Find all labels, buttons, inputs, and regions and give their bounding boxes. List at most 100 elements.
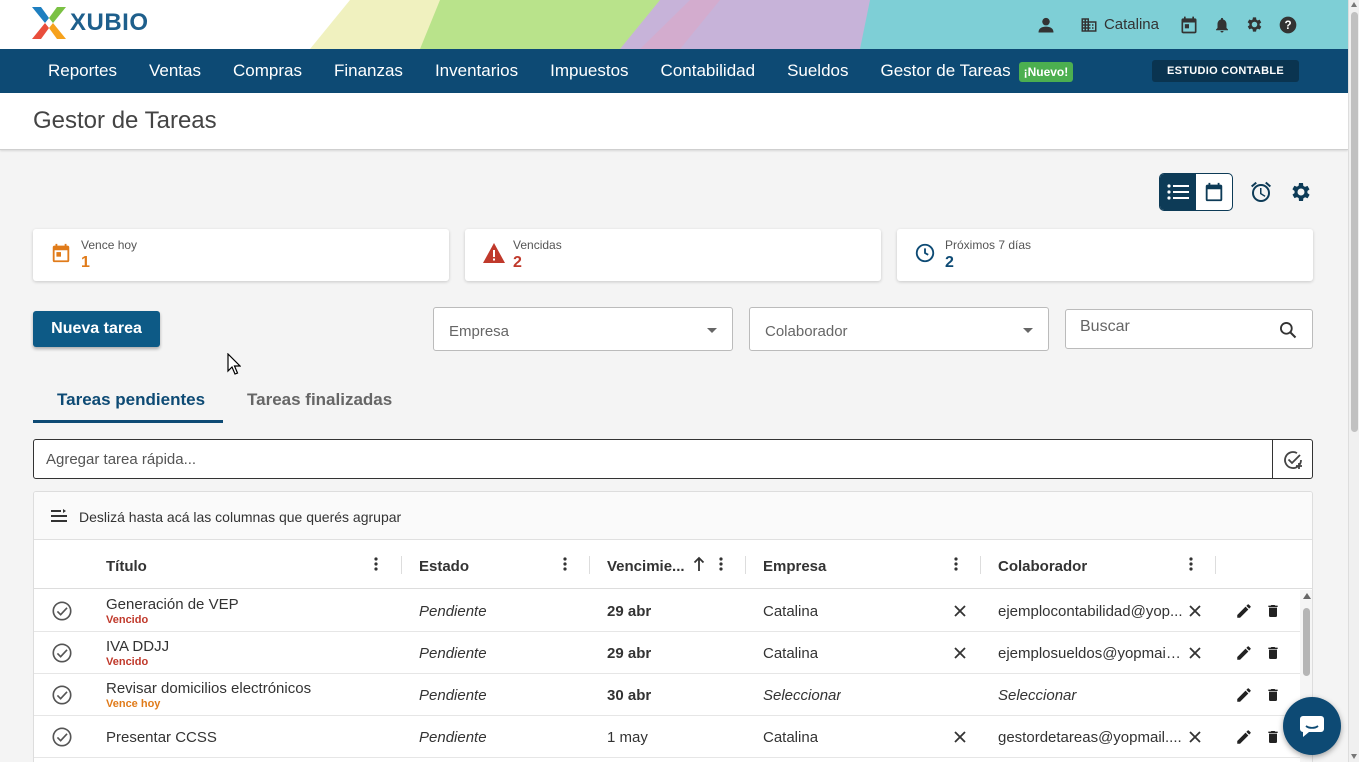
xubio-logo[interactable]: XUBIO [32, 7, 149, 39]
quick-add-input[interactable] [46, 451, 1246, 468]
column-due[interactable]: Vencimie... [607, 558, 685, 575]
column-separator[interactable] [1215, 556, 1216, 574]
mouse-cursor-icon [227, 352, 242, 380]
page-scrollbar[interactable] [1348, 0, 1359, 762]
nav-contabilidad[interactable]: Contabilidad [661, 61, 756, 81]
company-selector[interactable]: Catalina [1080, 16, 1159, 34]
nav-sueldos[interactable]: Sueldos [787, 61, 848, 81]
nav-impuestos[interactable]: Impuestos [550, 61, 628, 81]
task-status: Pendiente [419, 687, 487, 704]
nav-inventarios[interactable]: Inventarios [435, 61, 518, 81]
nav-ventas[interactable]: Ventas [149, 61, 201, 81]
task-company-select[interactable]: Seleccionar [763, 687, 841, 704]
table-row[interactable]: IVA DDJJ Vencido Pendiente 29 abr Catali… [34, 632, 1300, 674]
table-row[interactable]: Generación de VEP Vencido Pendiente 29 a… [34, 590, 1300, 632]
grid-scrollbar-thumb[interactable] [1303, 608, 1310, 676]
clear-collaborator-icon[interactable] [1189, 646, 1201, 664]
column-menu-icon[interactable] [1189, 556, 1193, 577]
new-task-button[interactable]: Nueva tarea [33, 311, 160, 347]
column-menu-icon[interactable] [719, 556, 723, 577]
building-icon [1081, 17, 1097, 32]
clear-company-icon[interactable] [954, 604, 966, 622]
alarm-icon[interactable] [1249, 180, 1273, 209]
nav-gestor-de-tareas[interactable]: Gestor de Tareas ¡Nuevo! [880, 61, 1074, 82]
complete-task-icon[interactable] [51, 684, 73, 711]
card-next-7-days[interactable]: Próximos 7 días 2 [897, 229, 1313, 281]
complete-task-icon[interactable] [51, 600, 73, 627]
settings-gear-icon[interactable] [1289, 180, 1313, 209]
task-due-date: 29 abr [607, 603, 652, 620]
page-scrollbar-thumb[interactable] [1351, 12, 1358, 432]
delete-icon[interactable] [1265, 728, 1281, 751]
task-company[interactable]: Catalina [763, 729, 818, 746]
company-name: Catalina [1103, 16, 1159, 33]
nav-gestor-label: Gestor de Tareas [880, 61, 1011, 80]
nav-compras[interactable]: Compras [233, 61, 302, 81]
user-icon[interactable] [1036, 15, 1056, 35]
gear-icon[interactable] [1245, 15, 1264, 34]
column-separator[interactable] [401, 556, 402, 574]
column-company[interactable]: Empresa [763, 558, 826, 575]
task-collaborator[interactable]: gestordetareas@yopmail.... [998, 729, 1183, 746]
clear-collaborator-icon[interactable] [1189, 604, 1201, 622]
column-separator[interactable] [980, 556, 981, 574]
clear-company-icon[interactable] [954, 646, 966, 664]
edit-icon[interactable] [1235, 644, 1253, 667]
clear-collaborator-icon[interactable] [1189, 730, 1201, 748]
tab-pending[interactable]: Tareas pendientes [57, 390, 205, 410]
sort-ascending-icon[interactable] [693, 556, 705, 577]
task-collaborator-select[interactable]: Seleccionar [998, 687, 1183, 704]
column-separator[interactable] [745, 556, 746, 574]
bell-icon[interactable] [1213, 15, 1231, 35]
edit-icon[interactable] [1235, 728, 1253, 751]
column-status[interactable]: Estado [419, 558, 469, 575]
column-separator[interactable] [589, 556, 590, 574]
collaborator-filter-select[interactable]: Colaborador [749, 307, 1049, 351]
company-filter-placeholder: Empresa [449, 323, 510, 340]
column-menu-icon[interactable] [374, 556, 378, 577]
calendar-icon[interactable] [1179, 15, 1199, 35]
card-due-today[interactable]: Vence hoy 1 [33, 229, 449, 281]
column-menu-icon[interactable] [563, 556, 567, 577]
scroll-down-arrow-icon[interactable] [1351, 754, 1357, 759]
estudio-contable-button[interactable]: ESTUDIO CONTABLE [1151, 60, 1299, 82]
chat-bubble-icon [1300, 716, 1324, 737]
column-collaborator[interactable]: Colaborador [998, 558, 1087, 575]
group-panel[interactable]: Deslizá hasta acá las columnas que queré… [34, 492, 1312, 540]
search-icon[interactable] [1278, 320, 1298, 345]
scroll-up-arrow-icon[interactable] [1303, 593, 1311, 599]
main-nav: Reportes Ventas Compras Finanzas Inventa… [0, 49, 1348, 93]
delete-icon[interactable] [1265, 644, 1281, 667]
edit-icon[interactable] [1235, 602, 1253, 625]
nav-finanzas[interactable]: Finanzas [334, 61, 403, 81]
task-company[interactable]: Catalina [763, 603, 818, 620]
column-title[interactable]: Título [106, 558, 147, 575]
delete-icon[interactable] [1265, 602, 1281, 625]
task-collaborator[interactable]: ejemplocontabilidad@yop... [998, 603, 1183, 620]
list-view-button[interactable] [1160, 174, 1196, 210]
delete-icon[interactable] [1265, 686, 1281, 709]
help-icon[interactable]: ? [1278, 15, 1298, 35]
task-company[interactable]: Catalina [763, 645, 818, 662]
quick-add-box [33, 439, 1313, 479]
task-collaborator[interactable]: ejemplosueldos@yopmail.... [998, 645, 1183, 662]
chat-button[interactable] [1283, 697, 1341, 755]
column-menu-icon[interactable] [954, 556, 958, 577]
scroll-up-arrow-icon[interactable] [1351, 2, 1357, 7]
table-row[interactable]: Presentar CCSS Pendiente 1 may Catalina … [34, 716, 1300, 758]
search-input[interactable] [1080, 318, 1270, 336]
complete-task-icon[interactable] [51, 726, 73, 753]
clear-company-icon[interactable] [954, 730, 966, 748]
card-overdue[interactable]: Vencidas 2 [465, 229, 881, 281]
nav-reportes[interactable]: Reportes [48, 61, 117, 81]
calendar-view-button[interactable] [1196, 174, 1232, 210]
complete-task-icon[interactable] [51, 642, 73, 669]
task-status-tag: Vencido [106, 614, 149, 626]
collaborator-filter-placeholder: Colaborador [765, 323, 848, 340]
task-title: Presentar CCSS [106, 729, 217, 746]
tab-finished[interactable]: Tareas finalizadas [247, 390, 392, 410]
table-row[interactable]: Revisar domicilios electrónicos Vence ho… [34, 674, 1300, 716]
add-task-check-icon[interactable] [1281, 448, 1305, 477]
company-filter-select[interactable]: Empresa [433, 307, 733, 351]
edit-icon[interactable] [1235, 686, 1253, 709]
